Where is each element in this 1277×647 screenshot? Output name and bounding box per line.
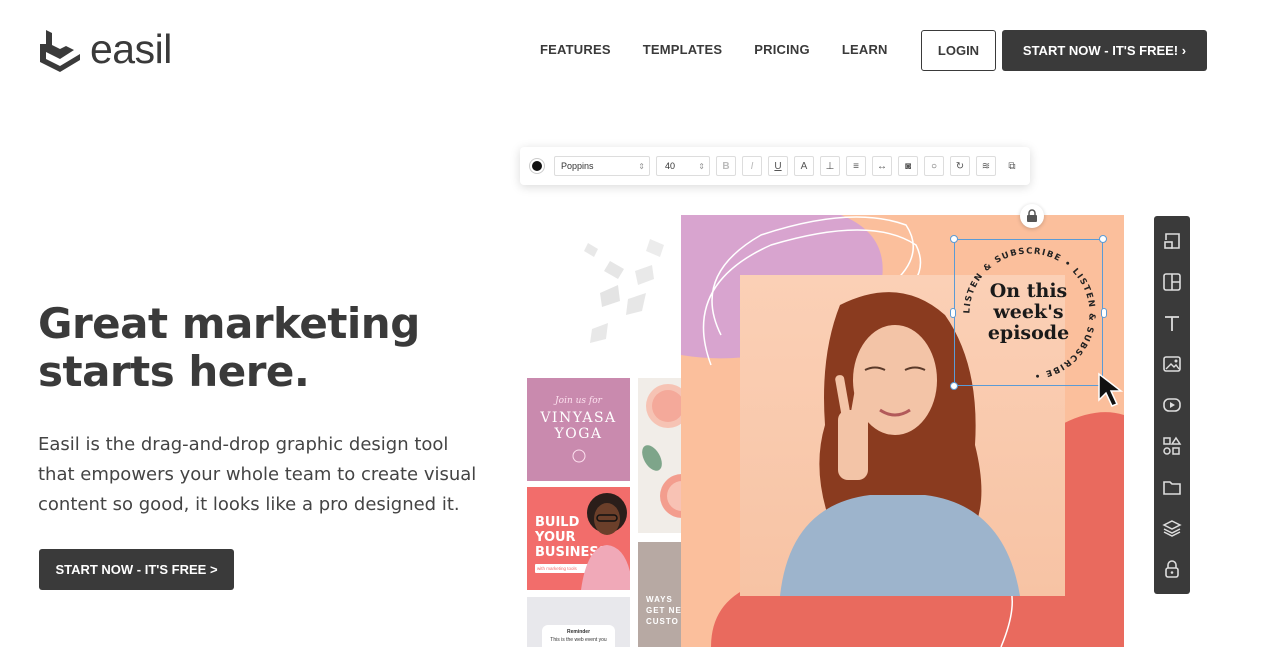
yoga-title-line1: VINYASA — [540, 409, 617, 426]
main-nav: FEATURES TEMPLATES PRICING LEARN — [540, 42, 888, 57]
easil-logo-mark-icon — [40, 30, 80, 72]
ways-text: WAYS GET NE CUSTO — [646, 594, 682, 627]
bold-button[interactable]: B — [716, 156, 736, 176]
shapes-icon[interactable] — [1161, 435, 1183, 457]
ways-line3: CUSTO — [646, 617, 679, 626]
yoga-emblem-icon — [572, 449, 585, 462]
effects-button[interactable]: ◙ — [898, 156, 918, 176]
ways-line1: WAYS — [646, 595, 673, 604]
rotate-button[interactable]: ↻ — [950, 156, 970, 176]
text-icon[interactable] — [1161, 312, 1183, 334]
nav-learn[interactable]: LEARN — [842, 42, 888, 57]
resize-handle-bl[interactable] — [950, 382, 958, 390]
editor-sidebar — [1154, 216, 1190, 594]
font-size-select[interactable]: 40 — [656, 156, 710, 176]
template-thumb-yoga[interactable]: Join us for VINYASA YOGA — [527, 378, 630, 481]
episode-heading: On this week's episode — [955, 240, 1102, 385]
selected-text-element[interactable]: LISTEN & SUBSCRIBE • LISTEN & SUBSCRIBE … — [950, 235, 1107, 390]
text-align-button[interactable]: ≡ — [846, 156, 866, 176]
episode-line2: week's — [993, 301, 1064, 323]
reminder-body: This is the web event you — [550, 637, 607, 643]
login-button[interactable]: LOGIN — [921, 30, 996, 71]
template-thumb-grapefruit[interactable] — [638, 378, 682, 533]
reminder-title: Reminder — [566, 629, 591, 635]
layers-icon[interactable] — [1161, 517, 1183, 539]
episode-line1: On this — [989, 280, 1068, 302]
template-thumb-ways[interactable]: WAYS GET NE CUSTO — [638, 542, 682, 647]
template-thumb-build-business[interactable]: BUILD YOUR BUSINESS with marketing tools — [527, 487, 630, 590]
yoga-title-line2: YOGA — [554, 425, 603, 442]
italic-button[interactable]: I — [742, 156, 762, 176]
curve-text-button[interactable]: ○ — [924, 156, 944, 176]
hero-title-line1: Great marketing — [38, 299, 420, 348]
start-now-header-button[interactable]: START NOW - IT'S FREE! › — [1002, 30, 1207, 71]
font-family-select[interactable]: Poppins — [554, 156, 650, 176]
hero-description: Easil is the drag-and-drop graphic desig… — [38, 434, 477, 515]
nav-pricing[interactable]: PRICING — [754, 42, 810, 57]
template-thumb-reminder[interactable]: Reminder This is the web event you — [527, 597, 630, 647]
episode-line3: episode — [987, 322, 1070, 344]
mouse-cursor-icon — [1098, 372, 1124, 407]
logo-text: easil — [90, 25, 172, 72]
text-color-swatch[interactable] — [530, 159, 544, 173]
letter-spacing-button[interactable]: ↔ — [872, 156, 892, 176]
easil-logo[interactable]: easil — [38, 25, 172, 72]
nav-templates[interactable]: TEMPLATES — [643, 42, 723, 57]
resize-handle-left[interactable] — [950, 308, 956, 318]
build-line1: BUILD — [535, 515, 580, 530]
vertical-align-button[interactable]: ⊥ — [820, 156, 840, 176]
reminder-card: Reminder This is the web event you — [542, 625, 615, 647]
layer-order-button[interactable]: ≋ — [976, 156, 996, 176]
nav-features[interactable]: FEATURES — [540, 42, 611, 57]
hero-title: Great marketing starts here. — [38, 300, 478, 396]
brand-lock-icon[interactable] — [1161, 558, 1183, 580]
duplicate-button[interactable]: ⧉ — [1002, 156, 1022, 176]
resize-icon[interactable] — [1161, 230, 1183, 252]
decorative-shards — [584, 239, 664, 343]
text-style-button[interactable]: A — [794, 156, 814, 176]
folder-icon[interactable] — [1161, 476, 1183, 498]
layout-icon[interactable] — [1161, 271, 1183, 293]
hero-title-line2: starts here. — [38, 347, 310, 396]
image-icon[interactable] — [1161, 353, 1183, 375]
ways-line2: GET NE — [646, 606, 682, 615]
text-toolbar: Poppins 40 B I U A ⊥ ≡ ↔ ◙ ○ ↻ ≋ ⧉ — [520, 147, 1030, 185]
resize-handle-right[interactable] — [1101, 308, 1107, 318]
start-now-hero-button[interactable]: START NOW - IT'S FREE > — [39, 549, 234, 590]
underline-button[interactable]: U — [768, 156, 788, 176]
element-lock-button[interactable] — [1020, 204, 1044, 228]
yoga-join-text: Join us for — [555, 395, 602, 406]
lock-icon — [1027, 209, 1037, 222]
video-icon[interactable] — [1161, 394, 1183, 416]
resize-handle-tr[interactable] — [1099, 235, 1107, 243]
build-line2: YOUR — [535, 530, 576, 545]
woman-glasses-illustration — [581, 493, 630, 590]
grapefruit-image — [642, 384, 682, 518]
resize-handle-tl[interactable] — [950, 235, 958, 243]
